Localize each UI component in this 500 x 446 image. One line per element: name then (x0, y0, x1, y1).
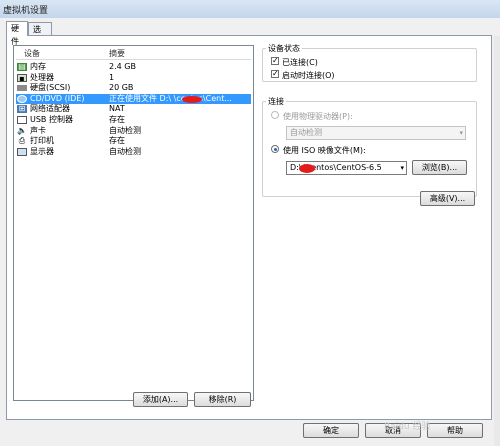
redaction-mark (182, 95, 202, 103)
cpu-icon: ▪ (17, 73, 27, 82)
memory-icon: ▤ (17, 62, 27, 71)
harddisk-icon (17, 85, 27, 92)
device-summary: 存在 (109, 115, 125, 124)
connect-on-power-checkbox[interactable]: ✓ (271, 70, 279, 78)
list-item[interactable]: ▤ 内存 2.4 GB (16, 62, 251, 73)
device-summary: 自动检测 (109, 146, 141, 156)
physical-drive-radio[interactable] (271, 111, 279, 119)
dialog-body: 硬件 选项 设备 摘要 ▤ 内存 2.4 GB ▪ 处理器 1 硬盘(SCSI)… (0, 18, 500, 446)
list-item[interactable]: USB 控制器 存在 (16, 115, 251, 126)
iso-image-radio[interactable] (271, 145, 279, 153)
redaction-mark (299, 164, 315, 173)
device-status-title: 设备状态 (266, 43, 302, 54)
printer-icon: ⎙ (18, 136, 26, 146)
device-summary: 1 (109, 72, 115, 82)
tab-hardware-label: 硬件 (11, 24, 19, 46)
sound-icon: 🔈 (17, 125, 27, 135)
device-name: 打印机 (30, 136, 54, 146)
usb-icon (17, 116, 27, 124)
device-list[interactable]: 设备 摘要 ▤ 内存 2.4 GB ▪ 处理器 1 硬盘(SCSI) 20 GB… (13, 45, 254, 401)
window-title: 虚拟机设置 (3, 6, 49, 16)
column-header-summary[interactable]: 摘要 (109, 48, 125, 58)
connected-label: 已连接(C) (282, 58, 318, 67)
device-summary: 20 GB (109, 83, 134, 93)
list-item[interactable]: ⎙ 打印机 存在 (16, 136, 251, 147)
device-name: CD/DVD (IDE) (30, 93, 85, 103)
list-item[interactable]: 硬盘(SCSI) 20 GB (16, 83, 251, 94)
list-item[interactable]: ▪ 处理器 1 (16, 73, 251, 84)
device-name: 内存 (30, 62, 46, 71)
connection-title: 连接 (266, 96, 286, 107)
device-name: 网络适配器 (30, 104, 70, 114)
iso-path-combo[interactable]: D:\ \centos\CentOS-6.5 ▾ (286, 161, 407, 175)
physical-drive-label: 使用物理驱动器(P): (283, 112, 353, 121)
iso-image-label: 使用 ISO 映像文件(M): (283, 146, 366, 155)
display-icon (17, 147, 27, 156)
cdrom-icon (17, 94, 27, 103)
device-name: 显示器 (30, 146, 54, 156)
device-summary: 存在 (109, 136, 125, 146)
watermark: Baidu 经验 (384, 422, 431, 432)
device-summary: NAT (109, 104, 125, 114)
help-button[interactable]: 帮助 (427, 423, 483, 438)
connected-checkbox[interactable]: ✓ (271, 57, 279, 65)
add-button[interactable]: 添加(A)... (133, 392, 188, 407)
list-item[interactable]: ⊞ 网络适配器 NAT (16, 104, 251, 115)
list-item-selected[interactable]: CD/DVD (IDE) 正在使用文件 D:\ \centos\Cent... (16, 93, 251, 105)
list-item[interactable]: 🔈 声卡 自动检测 (16, 126, 251, 137)
physical-drive-value: 自动检测 (290, 128, 322, 137)
network-icon: ⊞ (17, 104, 27, 114)
title-bar: 虚拟机设置 (0, 0, 500, 19)
tab-options[interactable]: 选项 (28, 22, 52, 47)
column-header-device[interactable]: 设备 (24, 48, 40, 58)
device-name: 硬盘(SCSI) (30, 83, 71, 93)
device-name: 声卡 (30, 125, 46, 135)
device-summary: 2.4 GB (109, 62, 136, 71)
chevron-down-icon: ▾ (400, 164, 404, 172)
device-summary: 自动检测 (109, 125, 141, 135)
chevron-down-icon: ▾ (459, 129, 463, 137)
connect-on-power-label: 启动时连接(O) (282, 71, 335, 80)
tab-hardware[interactable]: 硬件 (6, 21, 28, 46)
device-name: USB 控制器 (30, 115, 73, 124)
ok-button[interactable]: 确定 (303, 423, 359, 438)
device-name: 处理器 (30, 72, 54, 82)
advanced-button[interactable]: 高级(V)... (420, 191, 475, 206)
device-summary: 正在使用文件 D:\ \centos\Cent... (109, 93, 232, 103)
header-divider (16, 59, 251, 60)
window-scrollbar[interactable] (494, 36, 500, 446)
browse-button[interactable]: 浏览(B)... (412, 160, 467, 175)
list-item[interactable]: 显示器 自动检测 (16, 147, 251, 158)
physical-drive-select[interactable]: 自动检测 ▾ (286, 126, 466, 140)
remove-button[interactable]: 移除(R) (194, 392, 251, 407)
